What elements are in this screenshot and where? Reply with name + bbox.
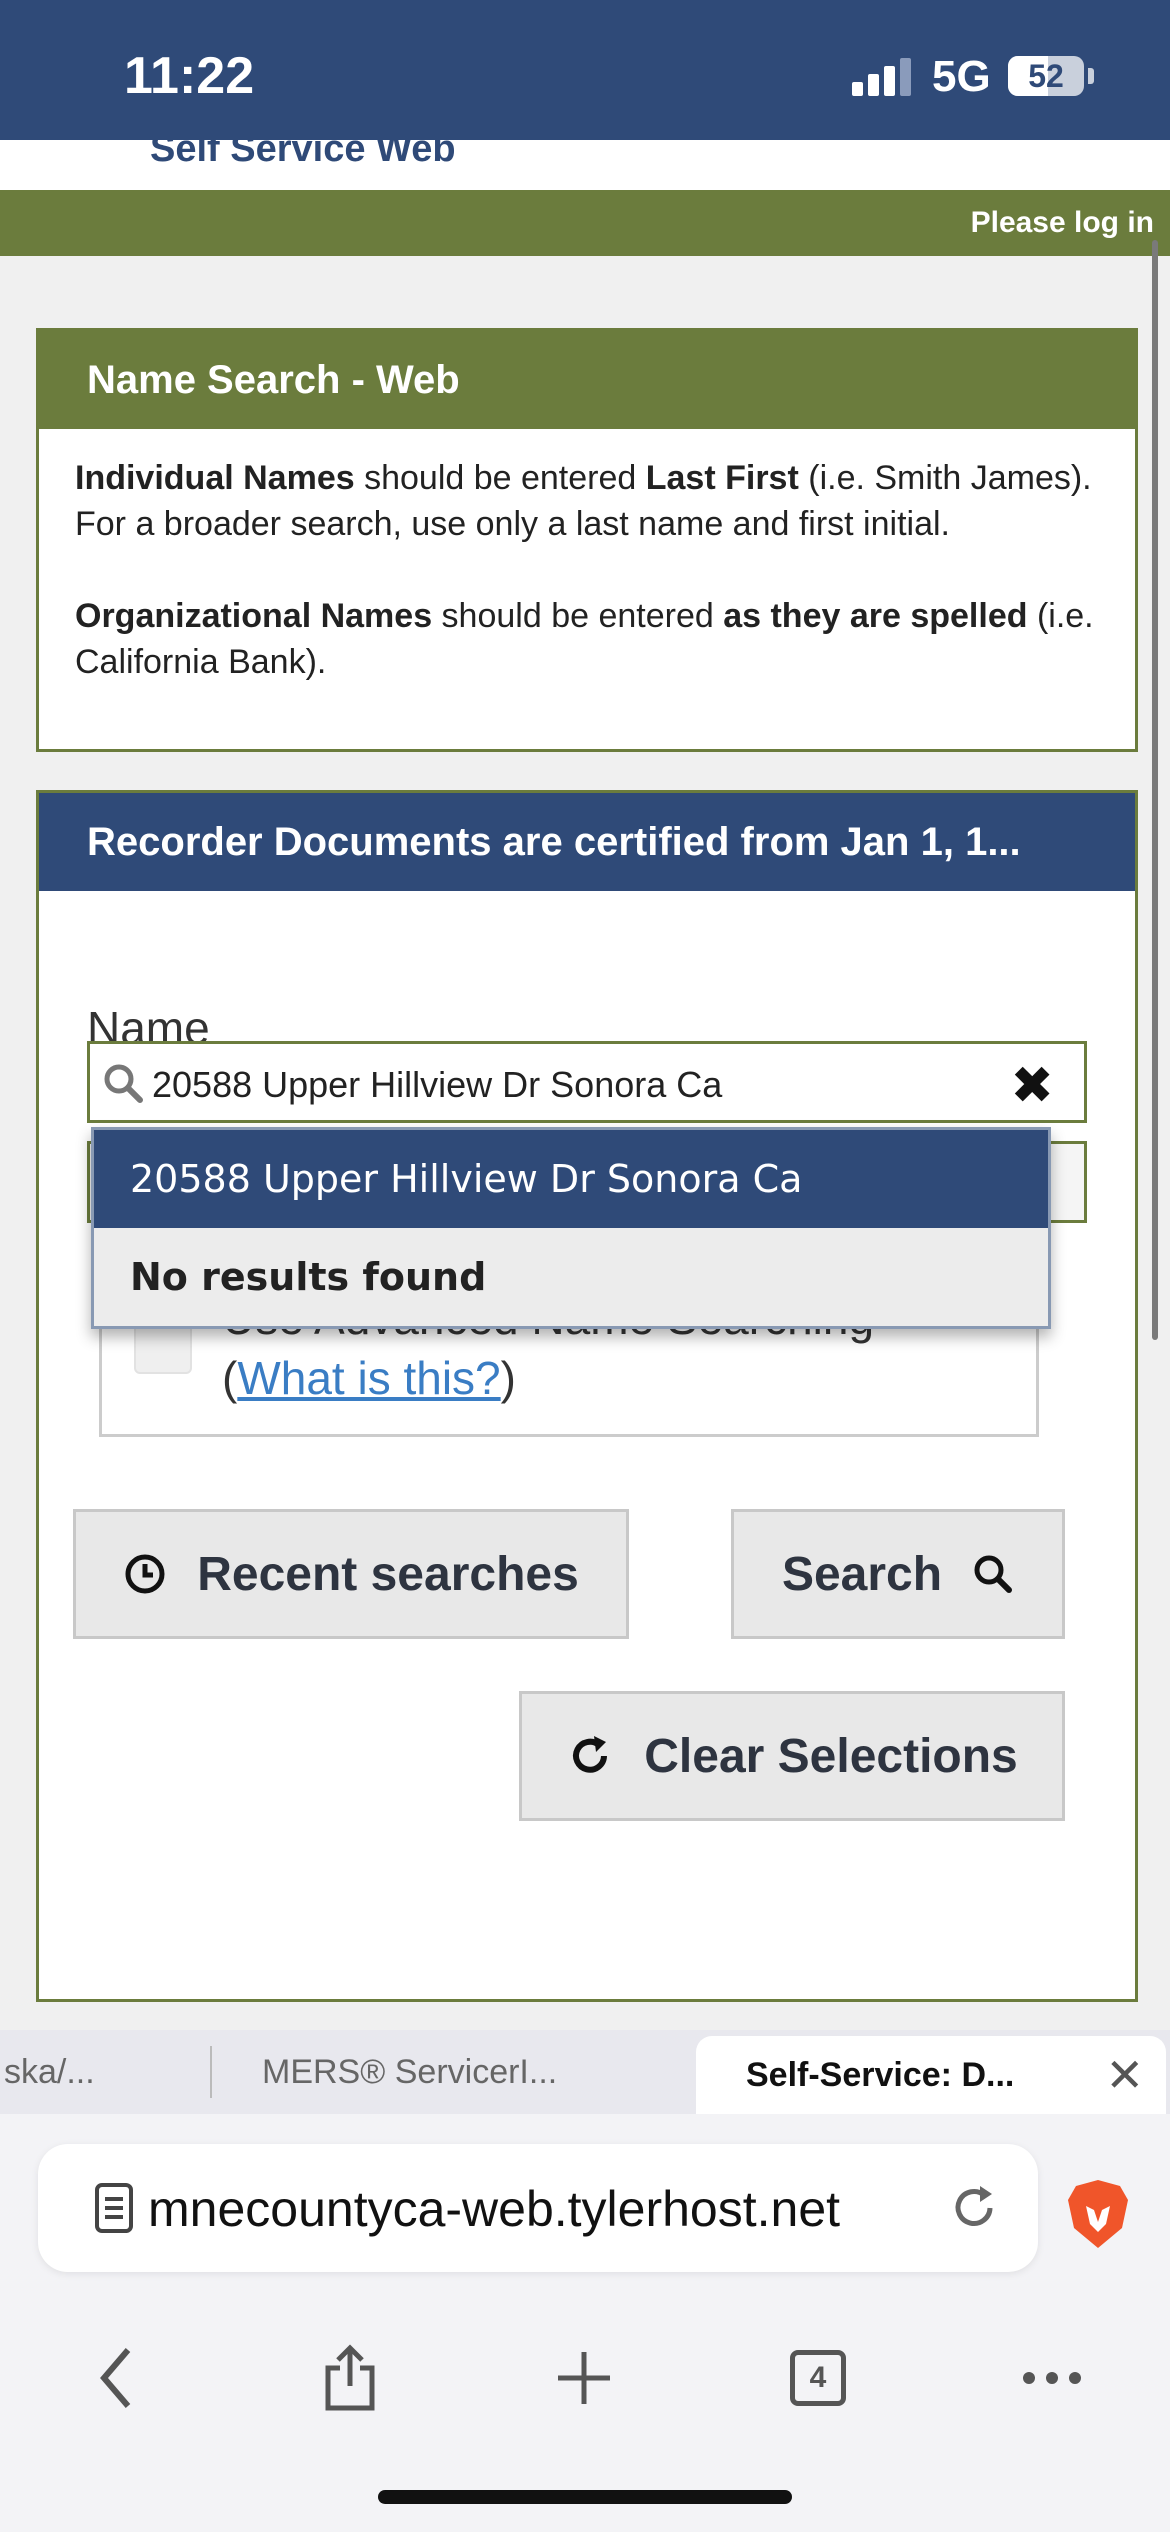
clear-selections-label: Clear Selections [644,1729,1018,1783]
site-brand[interactable]: Self Service Web [150,140,456,171]
clear-input-icon[interactable]: ✖ [1010,1056,1054,1116]
no-results-message: No results found [94,1228,1048,1326]
back-button[interactable] [76,2338,156,2418]
network-type: 5G [932,52,991,101]
autocomplete-option[interactable]: 20588 Upper Hillview Dr Sonora Ca [94,1130,1048,1228]
name-search-value[interactable]: 20588 Upper Hillview Dr Sonora Ca [152,1064,722,1106]
battery-icon: 52 [1008,56,1084,96]
address-bar[interactable]: mnecountyca-web.tylerhost.net [38,2144,1038,2272]
more-icon [1023,2372,1081,2384]
more-menu-button[interactable] [1012,2338,1092,2418]
browser-toolbar: mnecountyca-web.tylerhost.net 4 [0,2114,1170,2532]
status-bar: 11:22 5G 52 [0,0,1170,140]
search-icon [102,1062,144,1109]
browser-tab-strip: ska/... MERS® ServicerI... Self-Service:… [0,2030,1170,2114]
search-button[interactable]: Search [731,1509,1065,1639]
status-time: 11:22 [124,47,255,105]
brave-shield-icon[interactable] [1066,2178,1130,2255]
search-icon [974,1555,1013,1593]
info-panel-body: Individual Names should be entered Last … [39,429,1135,705]
browser-nav-row: 4 [0,2314,1170,2434]
autocomplete-dropdown: 20588 Upper Hillview Dr Sonora Ca No res… [91,1127,1051,1329]
login-bar: Please log in [0,190,1170,256]
search-panel-title: Recorder Documents are certified from Ja… [39,793,1135,891]
reload-icon[interactable] [946,2180,1002,2241]
clock-icon [125,1554,165,1594]
recent-searches-button[interactable]: Recent searches [73,1509,629,1639]
refresh-icon [573,1736,608,1773]
page-content: Name Search - Web Individual Names shoul… [0,256,1170,2030]
page-info-icon[interactable] [94,2182,134,2239]
signal-icon [852,58,912,96]
share-icon [325,2344,375,2411]
info-panel-title: Name Search - Web [39,331,1135,429]
search-panel: Recorder Documents are certified from Ja… [36,790,1138,2002]
browser-tab[interactable]: ska/... [4,2030,204,2114]
battery-level: 52 [1028,58,1064,94]
close-tab-icon[interactable]: ✕ [1105,2036,1144,2114]
tab-switcher-button[interactable]: 4 [778,2338,858,2418]
browser-tab-label: Self-Service: D... [746,2056,1015,2094]
tab-count: 4 [790,2350,846,2406]
plus-icon [558,2352,610,2404]
clear-selections-button[interactable]: Clear Selections [519,1691,1065,1821]
home-indicator[interactable] [378,2490,792,2504]
individual-names-instructions: Individual Names should be entered Last … [75,459,1092,543]
share-button[interactable] [310,2338,390,2418]
search-button-label: Search [781,1547,943,1601]
scrollbar[interactable] [1152,240,1158,1340]
what-is-this-link[interactable]: What is this? [237,1352,500,1404]
new-tab-button[interactable] [544,2338,624,2418]
browser-tab-active[interactable]: Self-Service: D... ✕ [696,2036,1166,2114]
recent-searches-label: Recent searches [197,1547,579,1601]
site-header: Self Service Web [0,140,1170,190]
chevron-left-icon [100,2348,131,2408]
address-url[interactable]: mnecountyca-web.tylerhost.net [148,2180,840,2238]
organizational-names-instructions: Organizational Names should be entered a… [75,597,1094,681]
browser-tab[interactable]: MERS® ServicerI... [262,2030,682,2114]
info-panel: Name Search - Web Individual Names shoul… [36,328,1138,752]
name-search-input[interactable]: 20588 Upper Hillview Dr Sonora Ca ✖ [87,1041,1087,1123]
login-link[interactable]: Please log in [971,206,1154,240]
